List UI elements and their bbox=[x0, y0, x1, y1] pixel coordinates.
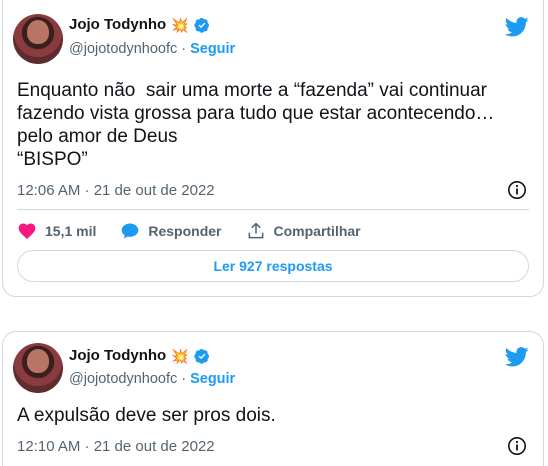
timestamp[interactable]: 12:10 AM · 21 de out de 2022 bbox=[17, 438, 215, 455]
separator: · bbox=[181, 371, 187, 387]
handle-row: @jojotodynhoofc · Seguir bbox=[69, 371, 235, 387]
twitter-bird-icon[interactable] bbox=[505, 17, 529, 37]
reply-action[interactable]: Responder bbox=[120, 221, 222, 241]
separator: · bbox=[181, 41, 187, 57]
tweet-text: A expulsão deve ser pros dois. bbox=[17, 404, 276, 427]
like-action[interactable]: 15,1 mil bbox=[17, 221, 96, 241]
share-icon[interactable] bbox=[246, 221, 266, 241]
follow-button[interactable]: Seguir bbox=[190, 41, 235, 57]
verified-badge-icon bbox=[193, 348, 209, 364]
divider bbox=[17, 209, 529, 210]
timestamp[interactable]: 12:06 AM · 21 de out de 2022 bbox=[17, 182, 215, 199]
tweet-card[interactable]: Jojo Todynho 💥 @jojotodynhoofc · Seguir … bbox=[2, 0, 544, 297]
share-label: Compartilhar bbox=[273, 223, 361, 239]
read-replies-button[interactable]: Ler 927 respostas bbox=[17, 250, 529, 282]
author-name-row: Jojo Todynho 💥 bbox=[69, 16, 210, 33]
reply-label: Responder bbox=[148, 223, 222, 239]
verified-badge-icon bbox=[193, 17, 209, 33]
like-count: 15,1 mil bbox=[45, 223, 97, 239]
author-handle[interactable]: @jojotodynhoofc bbox=[69, 371, 177, 387]
tweet-text-line: fazendo vista grossa para tudo que estar… bbox=[17, 103, 495, 124]
tweet-actions: 15,1 mil Responder Compartilhar bbox=[17, 221, 385, 241]
twitter-bird-icon[interactable] bbox=[505, 347, 529, 367]
author-name-row: Jojo Todynho 💥 bbox=[69, 347, 210, 364]
info-icon[interactable] bbox=[507, 180, 527, 200]
reply-bubble-icon[interactable] bbox=[120, 221, 140, 241]
tweet-text-line: A expulsão deve ser pros dois. bbox=[17, 405, 276, 426]
tweet-text-line: “BISPO” bbox=[17, 149, 88, 170]
follow-button[interactable]: Seguir bbox=[190, 371, 235, 387]
tweet-card[interactable]: Jojo Todynho 💥 @jojotodynhoofc · Seguir … bbox=[2, 331, 544, 466]
avatar[interactable] bbox=[13, 343, 63, 393]
tweet-text: Enquanto não sair uma morte a “fazenda” … bbox=[17, 79, 494, 171]
author-name[interactable]: Jojo Todynho bbox=[69, 16, 166, 33]
heart-icon[interactable] bbox=[17, 221, 37, 241]
author-handle[interactable]: @jojotodynhoofc bbox=[69, 41, 177, 57]
handle-row: @jojotodynhoofc · Seguir bbox=[69, 41, 235, 57]
info-icon[interactable] bbox=[507, 436, 527, 456]
tweet-text-line: pelo amor de Deus bbox=[17, 126, 178, 147]
author-name[interactable]: Jojo Todynho bbox=[69, 347, 166, 364]
share-action[interactable]: Compartilhar bbox=[246, 221, 361, 241]
avatar[interactable] bbox=[13, 14, 63, 64]
name-emoji: 💥 bbox=[171, 16, 189, 33]
name-emoji: 💥 bbox=[171, 347, 189, 364]
tweet-text-line: Enquanto não sair uma morte a “fazenda” … bbox=[17, 80, 487, 101]
